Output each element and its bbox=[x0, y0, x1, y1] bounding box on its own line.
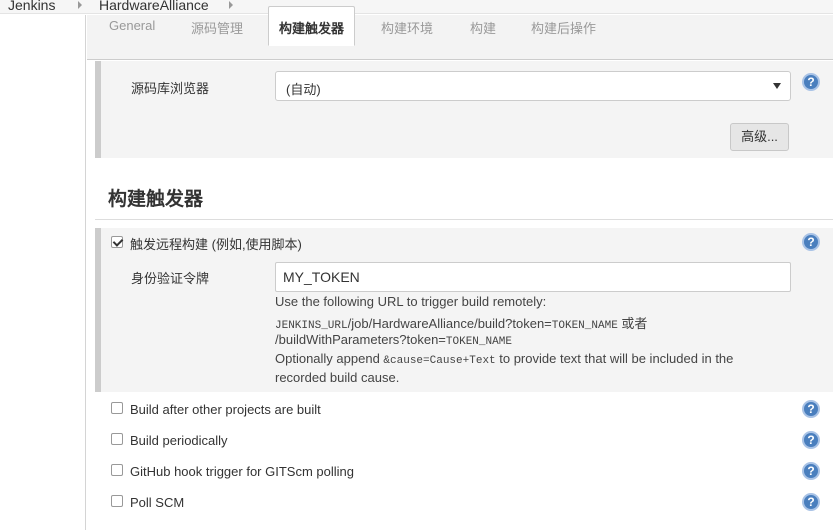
or-text: 或者 bbox=[617, 316, 648, 331]
dropdown-caret-icon bbox=[773, 83, 781, 89]
breadcrumb: Jenkins HardwareAlliance bbox=[0, 0, 833, 14]
help-icon[interactable]: ? bbox=[802, 400, 820, 418]
help-icon[interactable]: ? bbox=[802, 233, 820, 251]
side-panel bbox=[0, 15, 86, 530]
breadcrumb-arrow-icon[interactable] bbox=[229, 1, 233, 9]
cause-code: &cause=Cause+Text bbox=[383, 355, 496, 367]
cause-explanation-text: to provide text that will be included in… bbox=[495, 351, 734, 366]
help-icon[interactable]: ? bbox=[802, 73, 820, 91]
github-hook-checkbox[interactable] bbox=[111, 464, 123, 476]
advanced-button[interactable]: 高级... bbox=[730, 123, 789, 151]
section-divider bbox=[95, 219, 833, 220]
help-icon[interactable]: ? bbox=[802, 493, 820, 511]
remote-trigger-checkbox[interactable] bbox=[111, 236, 123, 248]
tab-source-management[interactable]: 源码管理 bbox=[191, 18, 243, 37]
trigger-url-build: JENKINS_URL/job/HardwareAlliance/build?t… bbox=[275, 313, 647, 332]
cause-description: Optionally append &cause=Cause+Text to p… bbox=[275, 351, 733, 367]
token-name-code: TOKEN_NAME bbox=[551, 320, 618, 332]
build-with-params-text: /buildWithParameters?token= bbox=[275, 332, 446, 347]
trigger-url-description: Use the following URL to trigger build r… bbox=[275, 294, 547, 309]
source-browser-selected-value: (自动) bbox=[286, 82, 321, 97]
help-icon[interactable]: ? bbox=[802, 462, 820, 480]
tab-build-triggers[interactable]: 构建触发器 bbox=[268, 6, 356, 46]
github-hook-label[interactable]: GitHub hook trigger for GITScm polling bbox=[130, 464, 354, 479]
tab-general[interactable]: General bbox=[109, 18, 155, 33]
auth-token-label: 身份验证令牌 bbox=[131, 271, 210, 286]
build-after-other-checkbox[interactable] bbox=[111, 402, 123, 414]
remote-trigger-label[interactable]: 触发远程构建 (例如,使用脚本) bbox=[130, 234, 302, 253]
trigger-url-parameters: /buildWithParameters?token=TOKEN_NAME bbox=[275, 332, 512, 348]
section-title: 构建触发器 bbox=[108, 189, 204, 210]
breadcrumb-arrow-icon[interactable] bbox=[78, 1, 82, 9]
tab-post-build[interactable]: 构建后操作 bbox=[531, 18, 596, 37]
cause-description-end: recorded build cause. bbox=[275, 370, 400, 385]
breadcrumb-project[interactable]: HardwareAlliance bbox=[99, 0, 209, 13]
poll-scm-checkbox[interactable] bbox=[111, 495, 123, 507]
build-periodically-checkbox[interactable] bbox=[111, 433, 123, 445]
build-periodically-label[interactable]: Build periodically bbox=[130, 433, 228, 448]
auth-token-input[interactable]: MY_TOKEN bbox=[275, 262, 791, 292]
source-browser-select[interactable]: (自动) bbox=[275, 71, 791, 101]
build-after-other-label[interactable]: Build after other projects are built bbox=[130, 402, 321, 417]
optionally-append-text: Optionally append bbox=[275, 351, 384, 366]
tab-build[interactable]: 构建 bbox=[470, 18, 496, 37]
token-name-code: TOKEN_NAME bbox=[445, 336, 512, 348]
build-path-text: /job/HardwareAlliance/build?token= bbox=[347, 316, 552, 331]
help-icon[interactable]: ? bbox=[802, 431, 820, 449]
jenkins-url-code: JENKINS_URL bbox=[275, 320, 348, 332]
source-browser-label: 源码库浏览器 bbox=[131, 81, 210, 96]
tab-build-environment[interactable]: 构建环境 bbox=[381, 18, 433, 37]
breadcrumb-jenkins[interactable]: Jenkins bbox=[8, 0, 55, 13]
poll-scm-label[interactable]: Poll SCM bbox=[130, 495, 184, 510]
